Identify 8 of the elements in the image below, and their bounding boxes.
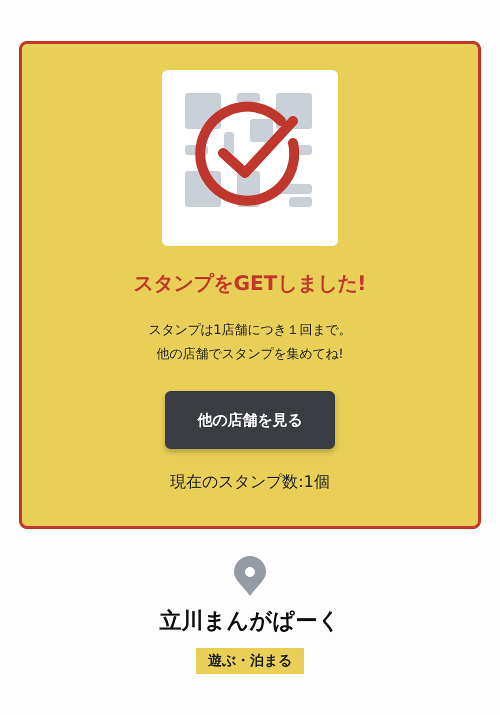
category-tag: 遊ぶ・泊まる (196, 648, 304, 674)
view-other-shops-button[interactable]: 他の店舗を見る (165, 391, 335, 449)
location-pin-icon (233, 556, 267, 596)
shop-name: 立川まんがぱーく (160, 608, 340, 636)
message-text: 他の店舗でスタンプを集めてね! (155, 346, 345, 364)
stamp-count-text: 現在のスタンプ数:1個 (170, 472, 330, 493)
message-text: スタンプは1店舗につき１回まで。 (148, 322, 352, 340)
success-title: スタンプをGETしました! (134, 270, 366, 297)
